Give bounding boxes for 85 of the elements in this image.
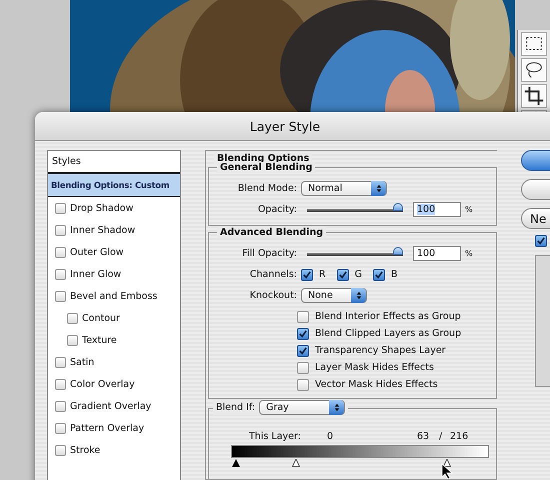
preview-checkbox[interactable]: [535, 235, 547, 247]
style-item[interactable]: Pattern Overlay: [48, 417, 180, 439]
knockout-dropdown[interactable]: None: [301, 288, 367, 303]
opacity-field[interactable]: 100: [413, 202, 461, 217]
style-item[interactable]: Satin: [48, 351, 180, 373]
checkbox[interactable]: [55, 378, 66, 390]
checkbox[interactable]: [55, 400, 66, 412]
option-label: Blend Clipped Layers as Group: [315, 328, 462, 339]
style-label: Inner Shadow: [70, 224, 136, 236]
checkbox[interactable]: [297, 378, 309, 390]
fill-opacity-field[interactable]: 100: [413, 246, 461, 261]
checkbox[interactable]: [55, 268, 66, 280]
channel-label: R: [319, 269, 326, 280]
style-label: Inner Glow: [70, 268, 122, 280]
slider-thumb[interactable]: [393, 203, 403, 211]
option-label: Layer Mask Hides Effects: [315, 362, 434, 373]
style-item[interactable]: Gradient Overlay: [48, 395, 180, 417]
channel-label: G: [354, 269, 362, 280]
field-label: Opacity:: [256, 204, 297, 215]
checkbox[interactable]: [55, 202, 66, 214]
style-label: Contour: [82, 312, 120, 324]
crop-icon[interactable]: [521, 84, 547, 108]
checkbox[interactable]: [55, 246, 66, 258]
checkbox[interactable]: [372, 268, 385, 280]
value-label: 216: [450, 431, 468, 442]
checkbox[interactable]: [301, 268, 313, 280]
style-item[interactable]: Contour: [48, 307, 180, 329]
field-label: This Layer:: [249, 431, 301, 442]
section-title: General Blending: [217, 162, 316, 173]
style-label: Stroke: [70, 444, 100, 456]
stepper-icon: [334, 403, 340, 412]
option-label: Blend Interior Effects as Group: [315, 311, 461, 322]
unit-label: %: [465, 249, 473, 258]
value-label: 0: [327, 431, 334, 442]
style-label: Gradient Overlay: [70, 400, 152, 412]
unit-label: %: [465, 205, 473, 214]
checkbox[interactable]: [336, 268, 349, 280]
style-item[interactable]: Outer Glow: [48, 241, 180, 263]
style-item[interactable]: Color Overlay: [48, 373, 180, 395]
stepper-icon: [356, 291, 362, 300]
style-label: Drop Shadow: [70, 202, 134, 214]
section-title: Advanced Blending: [217, 227, 326, 238]
channel-label: B: [390, 269, 398, 280]
checkbox[interactable]: [297, 362, 309, 374]
checkbox[interactable]: [67, 334, 78, 346]
style-label: Outer Glow: [70, 246, 124, 258]
stepper-icon: [376, 184, 382, 193]
checkbox[interactable]: [55, 422, 66, 434]
style-item[interactable]: Stroke: [48, 439, 180, 461]
option-label: Vector Mask Hides Effects: [315, 379, 438, 390]
checkbox[interactable]: [297, 344, 309, 356]
style-label: Satin: [70, 356, 94, 368]
blend-mode-dropdown[interactable]: Normal: [301, 181, 387, 196]
style-item[interactable]: Inner Glow: [48, 263, 180, 285]
checkbox[interactable]: [67, 312, 78, 324]
lasso-icon[interactable]: [521, 58, 547, 82]
field-label: Blend If:: [216, 402, 256, 413]
option-label: Transparency Shapes Layer: [315, 345, 446, 356]
checkbox[interactable]: [297, 310, 309, 322]
checkbox[interactable]: [55, 444, 66, 456]
style-label: Color Overlay: [70, 378, 135, 390]
style-item[interactable]: Drop Shadow: [48, 197, 180, 219]
style-item[interactable]: Inner Shadow: [48, 219, 180, 241]
style-label: Pattern Overlay: [70, 422, 144, 434]
dialog-button[interactable]: Ne: [521, 208, 550, 229]
checkbox[interactable]: [55, 356, 66, 368]
field-label: Knockout:: [248, 290, 297, 301]
checkbox[interactable]: [55, 290, 66, 302]
checkbox[interactable]: [55, 224, 66, 236]
field-label: Fill Opacity:: [241, 248, 297, 259]
value-label: 63: [417, 431, 430, 442]
slider-thumb[interactable]: [393, 247, 403, 255]
field-label: Blend Mode:: [236, 183, 297, 194]
pointer-icon: [441, 463, 453, 479]
style-item[interactable]: Blending Options: Custom: [48, 174, 180, 197]
style-item[interactable]: Texture: [48, 329, 180, 351]
marquee-icon[interactable]: [521, 32, 547, 56]
separator-label: /: [439, 431, 442, 442]
style-item[interactable]: Bevel and Emboss: [48, 285, 180, 307]
checkbox[interactable]: [297, 328, 309, 340]
field-label: Channels:: [248, 269, 297, 280]
style-label: Texture: [82, 334, 117, 346]
blend-if-dropdown[interactable]: Gray: [259, 400, 346, 415]
window-title: Layer Style: [250, 118, 322, 134]
style-label: Bevel and Emboss: [70, 290, 158, 302]
